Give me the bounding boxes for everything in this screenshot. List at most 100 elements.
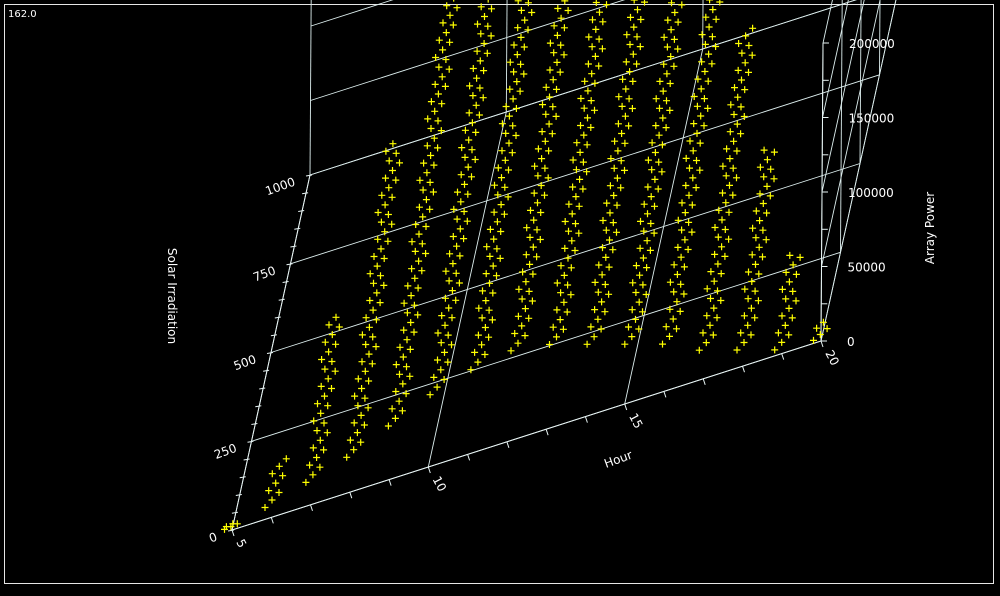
data-point (380, 281, 388, 289)
data-point (265, 487, 273, 495)
data-point (317, 409, 325, 417)
data-point (756, 217, 764, 225)
data-point (343, 453, 351, 461)
data-point (609, 219, 617, 227)
data-point (643, 264, 651, 272)
data-point (721, 252, 729, 260)
data-point (579, 185, 587, 193)
data-point (693, 157, 700, 164)
data-point (603, 199, 611, 207)
data-point (711, 250, 719, 258)
data-point (660, 33, 668, 41)
data-point (629, 77, 637, 85)
data-point (468, 119, 476, 127)
data-point (712, 15, 720, 23)
y-minor-tick (290, 245, 297, 248)
data-point (628, 333, 636, 341)
y-tick-label: 500 (232, 352, 258, 373)
data-point (598, 45, 606, 53)
data-point (464, 190, 472, 198)
data-point (707, 268, 715, 276)
data-point (663, 43, 671, 51)
data-point (429, 188, 437, 196)
data-point (718, 243, 726, 251)
data-point (490, 208, 498, 216)
data-point (652, 122, 660, 130)
data-point (737, 130, 745, 138)
data-point (651, 149, 659, 156)
data-point (699, 329, 707, 337)
data-point (438, 100, 446, 108)
data-point (651, 202, 658, 210)
data-point (496, 254, 504, 262)
data-point (415, 257, 423, 265)
data-point (498, 147, 506, 155)
data-point (695, 346, 703, 354)
data-point (643, 237, 651, 245)
data-point (457, 171, 465, 179)
data-point (437, 339, 445, 347)
data-point (486, 279, 493, 287)
y-minor-tick (251, 423, 258, 425)
data-point (598, 298, 606, 306)
data-point (439, 19, 447, 27)
data-point (534, 172, 542, 180)
data-point (522, 251, 530, 259)
data-point (518, 295, 526, 303)
data-point (332, 340, 340, 348)
data-point (388, 193, 396, 201)
y-minor-tick (263, 369, 270, 372)
data-point (546, 39, 554, 47)
data-point (659, 340, 666, 348)
data-point (538, 128, 546, 136)
data-point (640, 200, 648, 208)
data-point (526, 233, 534, 241)
data-point (521, 332, 529, 340)
data-point (412, 221, 420, 228)
data-point (517, 6, 525, 14)
data-point (756, 163, 764, 171)
data-point (677, 280, 685, 288)
data-point (611, 137, 619, 145)
data-point (396, 343, 404, 351)
data-point (476, 84, 484, 92)
data-point (530, 216, 538, 224)
data-point (346, 436, 354, 444)
data-point (627, 13, 634, 21)
data-point (469, 65, 477, 72)
data-point (755, 270, 763, 278)
data-point (376, 299, 384, 307)
data-point (378, 191, 386, 199)
scatter-3d-plot[interactable]: Hour Solar Irradiation Array Power 5 10 15… (0, 0, 1000, 596)
data-point (328, 385, 335, 392)
data-point (538, 155, 546, 163)
z-tick-label: 0 (847, 335, 855, 349)
data-point (704, 77, 712, 85)
data-point (622, 85, 630, 93)
data-point (316, 436, 324, 444)
data-point (698, 31, 706, 39)
data-point (710, 304, 718, 312)
data-point (509, 122, 517, 130)
data-point (524, 0, 532, 7)
data-point (449, 260, 457, 268)
data-point (742, 32, 750, 40)
data-point (455, 279, 463, 287)
data-point (357, 411, 365, 419)
data-point (730, 137, 738, 145)
data-point (422, 196, 430, 204)
data-point (553, 333, 560, 341)
data-point (752, 260, 759, 268)
data-point (719, 189, 726, 197)
data-point (617, 184, 625, 192)
data-point (548, 130, 556, 138)
data-point (716, 0, 724, 6)
data-point (530, 189, 538, 197)
data-point (760, 173, 768, 181)
data-point (513, 51, 521, 59)
x-minor-tick (702, 378, 706, 385)
data-point (279, 472, 287, 480)
data-point (626, 68, 634, 76)
y-minor-tick (266, 352, 274, 354)
data-point (321, 338, 329, 346)
